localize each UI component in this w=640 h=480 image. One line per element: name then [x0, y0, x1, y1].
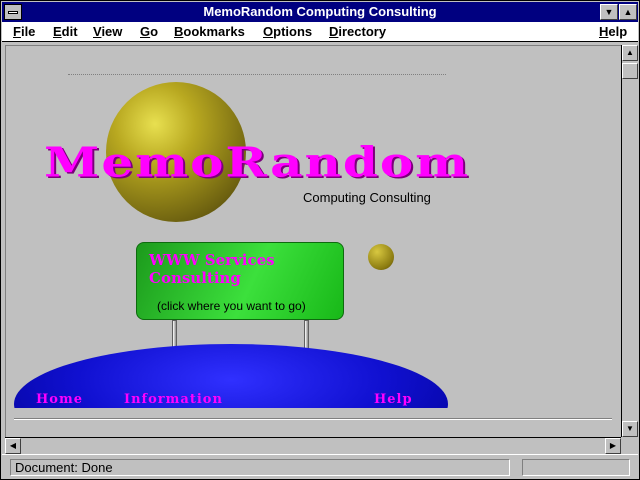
bottom-divider — [14, 418, 612, 420]
minimize-button[interactable]: ▼ — [600, 4, 618, 20]
scroll-right-button[interactable]: ▶ — [605, 438, 621, 454]
menu-view[interactable]: View — [93, 24, 122, 39]
menu-file[interactable]: File — [13, 24, 35, 39]
maximize-button[interactable]: ▲ — [619, 4, 637, 20]
information-link[interactable]: Information — [124, 392, 223, 407]
menu-help[interactable]: Help — [599, 24, 627, 39]
scroll-left-button[interactable]: ◀ — [5, 438, 21, 454]
menu-options[interactable]: Options — [263, 24, 312, 39]
sign-subtitle: (click where you want to go) — [157, 299, 306, 313]
scrollbar-corner — [621, 437, 638, 453]
small-planet-graphic — [368, 244, 394, 270]
window-title: MemoRandom Computing Consulting — [203, 4, 437, 19]
menu-bookmarks[interactable]: Bookmarks — [174, 24, 245, 39]
progress-indicator — [522, 459, 630, 476]
menu-go[interactable]: Go — [140, 24, 158, 39]
scroll-down-button[interactable]: ▼ — [622, 421, 638, 437]
horizontal-scrollbar[interactable]: ◀ ▶ — [5, 437, 621, 454]
top-divider — [68, 74, 446, 75]
arrow-down-icon: ▼ — [626, 424, 634, 433]
menu-edit[interactable]: Edit — [53, 24, 78, 39]
vertical-scroll-thumb[interactable] — [622, 63, 638, 79]
arrow-up-icon: ▲ — [626, 48, 634, 57]
page-content: MemoRandom Computing Consulting WWW Serv… — [5, 45, 621, 437]
arrow-right-icon: ▶ — [609, 441, 617, 450]
services-sign[interactable]: WWW Services Consulting (click where you… — [136, 242, 344, 320]
site-tagline: Computing Consulting — [303, 190, 431, 205]
title-bar: MemoRandom Computing Consulting ▼ ▲ — [2, 2, 638, 22]
status-bar: Document: Done — [2, 454, 638, 479]
status-text: Document: Done — [10, 459, 510, 476]
menu-directory[interactable]: Directory — [329, 24, 386, 39]
minimize-arrow-icon: ▼ — [604, 7, 614, 17]
home-link[interactable]: Home — [36, 392, 83, 407]
arrow-left-icon: ◀ — [9, 441, 17, 450]
menu-bar: File Edit View Go Bookmarks Options Dire… — [2, 22, 638, 42]
maximize-arrow-icon: ▲ — [623, 7, 633, 17]
site-logo: MemoRandom — [44, 138, 471, 187]
ground-image-map: Home Information Help — [14, 344, 448, 408]
vertical-scrollbar[interactable]: ▲ ▼ — [621, 45, 638, 437]
scroll-up-button[interactable]: ▲ — [622, 45, 638, 61]
browser-window: MemoRandom Computing Consulting ▼ ▲ File… — [0, 0, 640, 480]
sign-title: WWW Services Consulting — [149, 251, 275, 287]
help-link[interactable]: Help — [374, 392, 413, 407]
